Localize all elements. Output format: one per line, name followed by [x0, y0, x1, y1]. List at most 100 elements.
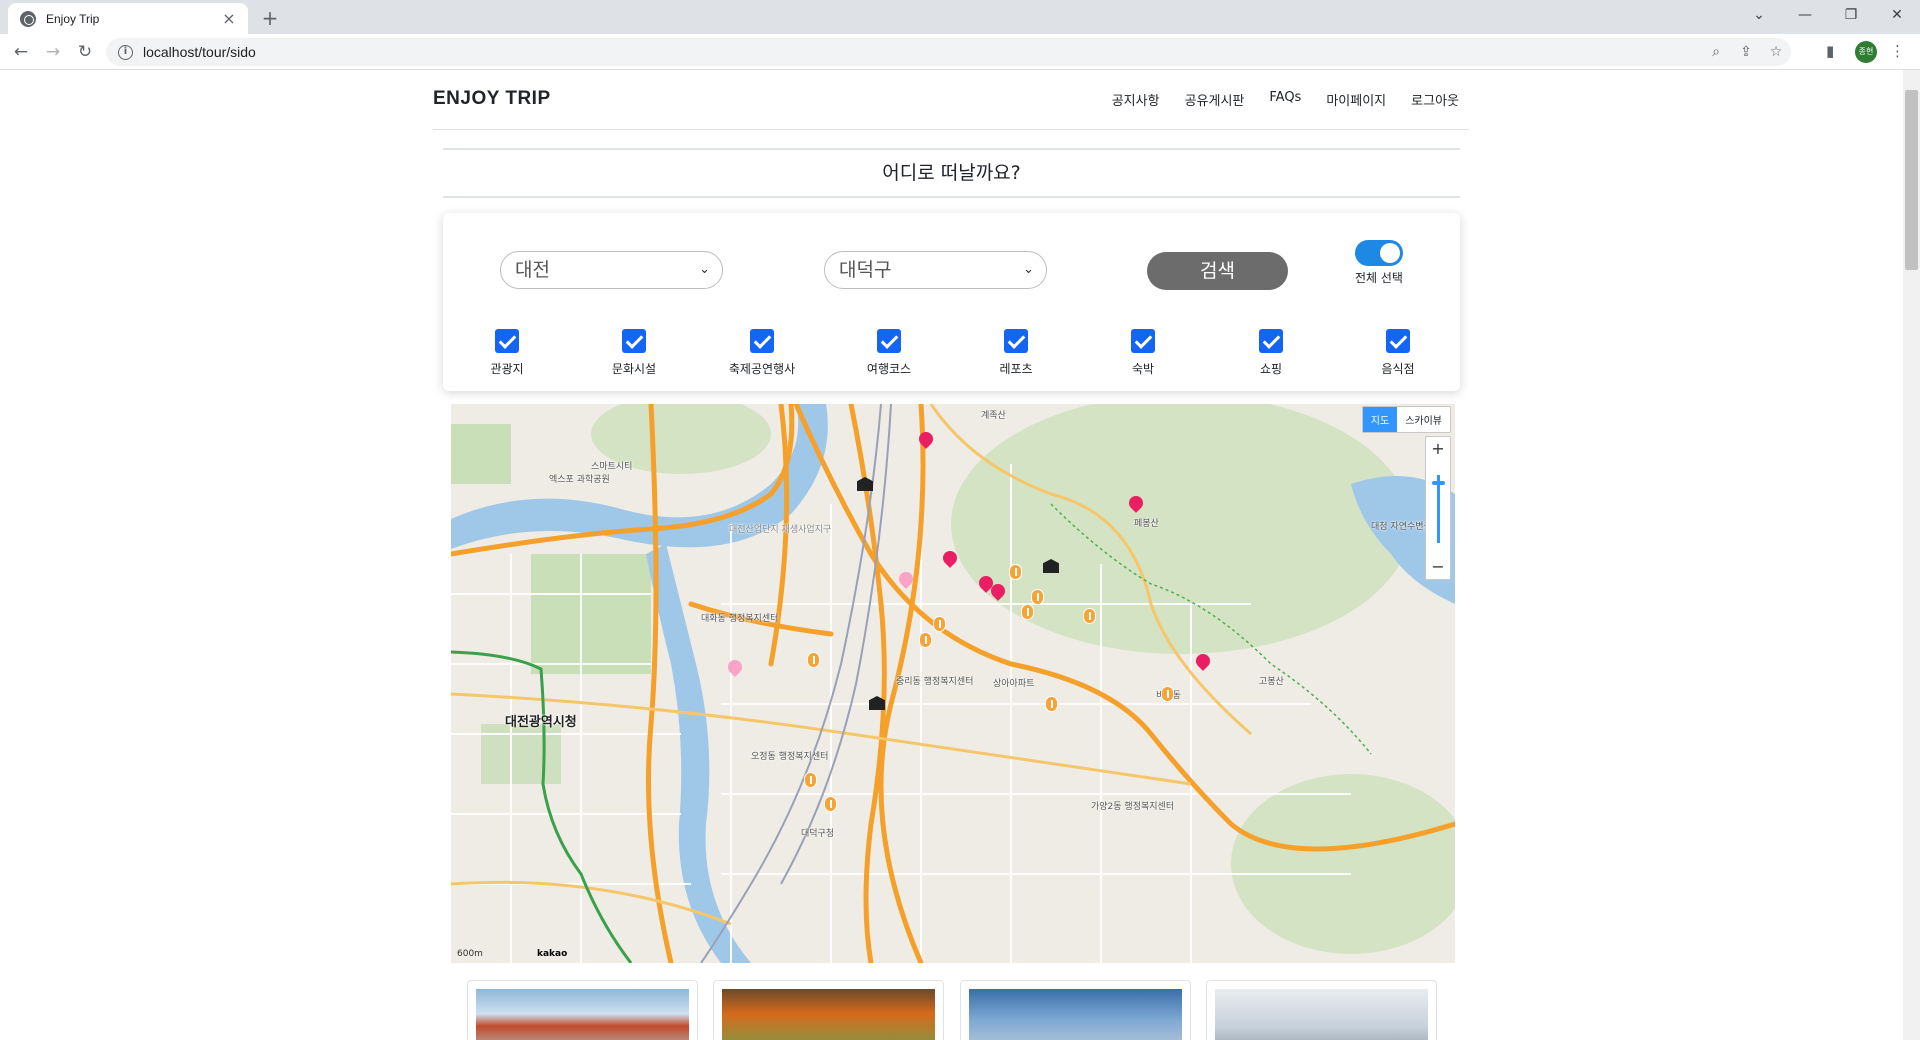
category-culture[interactable]: 문화시설 [579, 329, 689, 377]
zoom-control: + − [1425, 436, 1451, 580]
address-bar[interactable]: i localhost/tour/sido ⌕ ⇪ ☆ [106, 38, 1791, 66]
site-header: ENJOY TRIP 공지사항 공유게시판 FAQs 마이페이지 로그아웃 [433, 70, 1469, 130]
category-label: 레포츠 [999, 362, 1033, 376]
category-lodging[interactable]: 숙박 [1088, 329, 1198, 377]
select-all-toggle[interactable] [1355, 240, 1403, 266]
sido-value: 대전 [515, 259, 550, 281]
nav-logout[interactable]: 로그아웃 [1411, 90, 1459, 109]
checkbox-checked[interactable] [877, 329, 901, 353]
checkbox-checked[interactable] [1131, 329, 1155, 353]
category-shopping[interactable]: 쇼핑 [1216, 329, 1326, 377]
map-label-cityhall: 대전광역시청 [505, 715, 577, 730]
card-image [969, 989, 1182, 1040]
map-marker[interactable] [824, 796, 837, 812]
zoom-slider-handle[interactable] [1432, 481, 1445, 485]
tab-strip: Enjoy Trip × + ⌄ — ❐ ✕ [0, 0, 1920, 34]
reload-icon[interactable]: ↻ [74, 41, 96, 63]
brand-logo[interactable]: ENJOY TRIP [433, 88, 551, 110]
map-label-area: 가양2동 행정복지센터 [1091, 802, 1175, 812]
gugun-select[interactable]: 대덕구 ⌄ [824, 251, 1047, 289]
scrollbar-thumb[interactable] [1905, 90, 1918, 270]
map-marker[interactable] [1031, 589, 1044, 605]
checkbox-checked[interactable] [1259, 329, 1283, 353]
minimize-button[interactable]: — [1782, 0, 1828, 30]
category-label: 문화시설 [611, 362, 657, 376]
map-marker[interactable] [1161, 686, 1174, 702]
map-type-skyview[interactable]: 스카이뷰 [1397, 407, 1450, 432]
nav-mypage[interactable]: 마이페이지 [1326, 90, 1386, 109]
category-festival[interactable]: 축제공연행사 [707, 329, 817, 377]
url-text[interactable]: localhost/tour/sido [143, 44, 1701, 60]
map-type-control: 지도 스카이뷰 [1361, 406, 1451, 433]
close-tab-icon[interactable]: × [220, 9, 238, 28]
search-panel: 대전 ⌄ 대덕구 ⌄ 검색 전체 선택 관광지 문화시설 축제공연행사 여행코스… [443, 213, 1460, 391]
close-window-button[interactable]: ✕ [1874, 0, 1920, 30]
back-arrow-icon[interactable]: ← [10, 41, 32, 63]
search-button[interactable]: 검색 [1147, 252, 1288, 290]
chevron-down-icon: ⌄ [1023, 262, 1034, 277]
card-image [476, 989, 689, 1040]
checkbox-checked[interactable] [622, 329, 646, 353]
side-panel-icon[interactable]: ▮ [1826, 42, 1834, 60]
category-label: 숙박 [1131, 362, 1155, 376]
map-type-roadmap[interactable]: 지도 [1362, 407, 1398, 432]
category-label: 음식점 [1381, 362, 1415, 376]
checkbox-checked[interactable] [1386, 329, 1410, 353]
sido-select[interactable]: 대전 ⌄ [500, 251, 723, 289]
kakao-logo: kakao [537, 949, 568, 959]
browser-tab[interactable]: Enjoy Trip × [8, 3, 248, 34]
tab-search-icon[interactable]: ⌄ [1736, 0, 1782, 30]
page-scrollbar[interactable] [1903, 70, 1920, 1040]
category-leports[interactable]: 레포츠 [961, 329, 1071, 377]
globe-icon [20, 10, 36, 27]
zoom-icon[interactable]: ⌕ [1701, 44, 1731, 60]
card-image [722, 989, 935, 1040]
profile-avatar[interactable]: 종현 [1855, 41, 1877, 63]
zoom-in-button[interactable]: + [1426, 437, 1450, 461]
checkbox-checked[interactable] [1004, 329, 1028, 353]
map-label-mountain: 계족산 [981, 411, 1006, 421]
kakao-map[interactable]: 대전광역시청 계족산 고봉산 페봉산 대전산업단지 재생사업지구 대청 자연수변… [451, 404, 1455, 963]
map-marker[interactable] [1009, 564, 1022, 580]
map-label-area: 엑스포 과학공원 [549, 475, 610, 485]
browser-toolbar: ← → ↻ i localhost/tour/sido ⌕ ⇪ ☆ ▮ ⋮ [0, 34, 1920, 70]
zoom-out-button[interactable]: − [1426, 555, 1450, 579]
menu-kebab-icon[interactable]: ⋮ [1890, 42, 1905, 60]
tab-title: Enjoy Trip [46, 11, 100, 26]
result-card[interactable] [960, 980, 1191, 1040]
map-label-area: 스마트시티 [591, 462, 633, 472]
nav-faqs[interactable]: FAQs [1269, 90, 1301, 109]
map-marker[interactable] [933, 616, 946, 632]
checkbox-checked[interactable] [750, 329, 774, 353]
result-card[interactable] [467, 980, 698, 1040]
card-image [1215, 989, 1428, 1040]
new-tab-button[interactable]: + [258, 6, 282, 30]
category-course[interactable]: 여행코스 [834, 329, 944, 377]
map-label-mountain: 페봉산 [1134, 519, 1159, 529]
map-label-area: 오정동 행정복지센터 [751, 752, 829, 762]
map-label-area: 대덕구청 [801, 829, 835, 839]
map-marker[interactable] [804, 772, 817, 788]
result-card[interactable] [1206, 980, 1437, 1040]
restore-button[interactable]: ❐ [1828, 0, 1874, 30]
map-label-mountain: 고봉산 [1259, 677, 1284, 687]
forward-arrow-icon[interactable]: → [42, 41, 64, 63]
main-nav: 공지사항 공유게시판 FAQs 마이페이지 로그아웃 [1112, 90, 1459, 109]
checkbox-checked[interactable] [495, 329, 519, 353]
map-marker[interactable] [1021, 604, 1034, 620]
map-marker[interactable] [807, 652, 820, 668]
map-marker[interactable] [1083, 608, 1096, 624]
map-marker[interactable] [919, 632, 932, 648]
nav-board[interactable]: 공유게시판 [1185, 90, 1245, 109]
category-tourist[interactable]: 관광지 [452, 329, 562, 377]
zoom-slider-track[interactable] [1437, 475, 1440, 543]
share-icon[interactable]: ⇪ [1731, 44, 1761, 60]
map-marker[interactable] [1045, 696, 1058, 712]
result-card[interactable] [713, 980, 944, 1040]
site-info-icon[interactable]: i [118, 44, 133, 60]
category-restaurant[interactable]: 음식점 [1343, 329, 1453, 377]
nav-notice[interactable]: 공지사항 [1112, 90, 1160, 109]
category-label: 관광지 [490, 362, 524, 376]
bookmark-star-icon[interactable]: ☆ [1761, 44, 1791, 60]
page-title: 어디로 떠날까요? [443, 148, 1460, 198]
